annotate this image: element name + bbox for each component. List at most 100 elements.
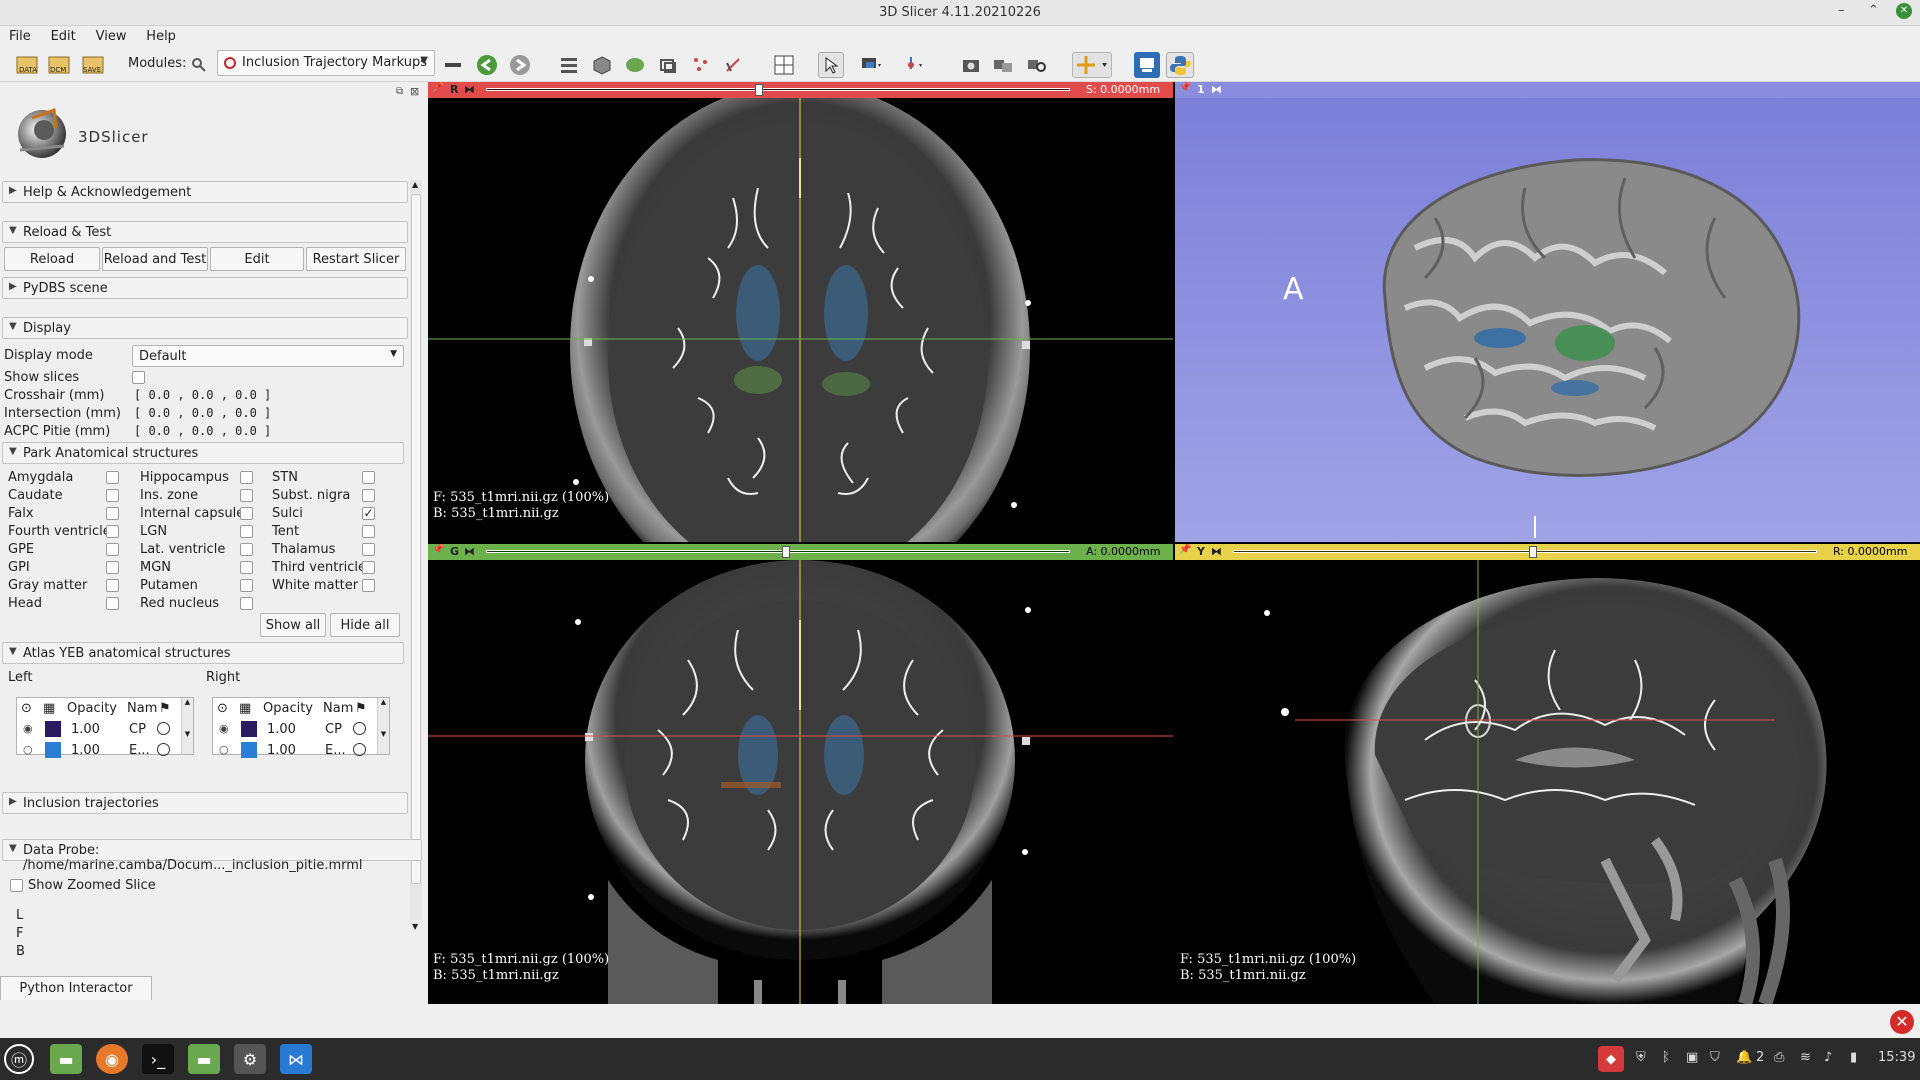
park-structure-checkbox[interactable] — [240, 597, 253, 610]
three-d-view[interactable]: 📌 1 ⧓ A — [1175, 82, 1920, 542]
screenshot-icon[interactable] — [958, 52, 984, 78]
scroll-down-icon[interactable]: ▼ — [412, 922, 418, 931]
error-log-icon[interactable]: ✕ — [1890, 1010, 1914, 1034]
section-atlas[interactable]: ▼ Atlas YEB anatomical structures — [2, 642, 404, 664]
park-structure-checkbox[interactable] — [240, 543, 253, 556]
park-structure-checkbox[interactable] — [106, 597, 119, 610]
extension-icon[interactable] — [1134, 52, 1160, 78]
section-pydbs[interactable]: ▶ PyDBS scene — [2, 277, 408, 299]
menu-edit[interactable]: Edit — [42, 26, 83, 44]
opacity-cell[interactable]: 1.00 — [71, 743, 100, 758]
mouse-mode-icon[interactable] — [858, 52, 884, 78]
eye-icon[interactable]: ○ — [219, 743, 229, 756]
name-cell[interactable]: E... — [325, 743, 346, 758]
transform-icon[interactable] — [655, 52, 681, 78]
dcm-icon[interactable]: DCM — [46, 52, 72, 78]
atlas-left-table[interactable]: ⊙ ▦ Opacity Nam ⚑ ◉ 1.00 CP ○ 1.00 E... ▲ ▼ — [16, 697, 194, 758]
pin-icon[interactable]: 📌 — [432, 82, 444, 93]
park-structure-checkbox[interactable] — [106, 525, 119, 538]
section-reload[interactable]: ▼ Reload & Test — [2, 221, 408, 243]
color-swatch[interactable] — [45, 742, 61, 758]
bluetooth-icon[interactable]: ᛒ — [1662, 1050, 1670, 1065]
display-mode-select[interactable]: Default ▼ — [132, 345, 404, 367]
zoom-icon[interactable] — [1024, 52, 1050, 78]
show-zoomed-slice-checkbox[interactable] — [10, 879, 23, 892]
menu-help[interactable]: Help — [137, 26, 183, 44]
table-scrollbar[interactable]: ▲ ▼ — [377, 698, 389, 754]
section-data-probe[interactable]: ▼ Data Probe: /home/marine.camba/Docum...… — [2, 839, 422, 873]
panel-scrollbar[interactable]: ▲ ▼ — [410, 180, 422, 931]
close-button[interactable]: ✕ — [1896, 3, 1912, 19]
minimize-button[interactable]: – — [1838, 3, 1845, 18]
park-structure-checkbox[interactable] — [362, 525, 375, 538]
scroll-up-icon[interactable]: ▲ — [412, 180, 418, 189]
files-icon[interactable]: ▬ — [50, 1044, 82, 1074]
select-radio[interactable] — [353, 722, 366, 735]
wifi-icon[interactable]: ≋ — [1800, 1050, 1811, 1065]
link-icon[interactable]: ⧓ — [1211, 545, 1222, 558]
color-swatch[interactable] — [241, 721, 257, 737]
clipboard-icon[interactable]: ▣ — [1686, 1050, 1698, 1065]
edit-button[interactable]: Edit — [210, 247, 304, 271]
sphere-icon[interactable] — [622, 52, 648, 78]
pin-icon[interactable]: 📌 — [1179, 82, 1191, 93]
park-structure-checkbox[interactable] — [106, 489, 119, 502]
panel-float-icon[interactable]: ⧉ — [396, 86, 403, 97]
panel-close-icon[interactable]: ⊠ — [410, 85, 419, 98]
red-slice-view[interactable]: 📌 R ⧓ S: 0.0000mm F: 535_t1mri.nii.gz (1… — [428, 82, 1173, 542]
yellow-slice-slider[interactable] — [1233, 550, 1817, 553]
show-all-button[interactable]: Show all — [260, 613, 326, 637]
module-list-icon[interactable] — [556, 52, 582, 78]
section-inclusion[interactable]: ▶ Inclusion trajectories — [2, 792, 408, 814]
name-cell[interactable]: E... — [129, 743, 150, 758]
park-structure-checkbox[interactable]: ✓ — [362, 507, 375, 520]
points-icon[interactable] — [688, 52, 714, 78]
park-structure-checkbox[interactable] — [362, 489, 375, 502]
volume-icon[interactable]: ♪ — [1824, 1050, 1832, 1065]
fiducial-icon[interactable] — [900, 52, 926, 78]
select-radio[interactable] — [157, 743, 170, 756]
park-structure-checkbox[interactable] — [106, 561, 119, 574]
park-structure-checkbox[interactable] — [240, 561, 253, 574]
python-interactor-tab[interactable]: Python Interactor — [0, 976, 152, 1000]
red-slice-slider[interactable] — [486, 88, 1070, 91]
atlas-right-table[interactable]: ⊙ ▦ Opacity Nam ⚑ ◉ 1.00 CP ○ 1.00 E... ▲ ▼ — [212, 697, 390, 758]
yellow-slice-knob[interactable] — [1529, 546, 1537, 558]
show-slices-checkbox[interactable] — [132, 371, 145, 384]
data-icon[interactable]: DATA — [14, 52, 40, 78]
section-display[interactable]: ▼ Display — [2, 317, 408, 339]
folder-icon[interactable]: ▬ — [188, 1044, 220, 1074]
start-menu-icon[interactable]: ⓜ — [4, 1044, 34, 1074]
vscode-icon[interactable]: ⋈ — [280, 1044, 312, 1074]
restart-slicer-button[interactable]: Restart Slicer — [306, 247, 406, 271]
eye-icon[interactable]: ◉ — [219, 722, 229, 735]
park-structure-checkbox[interactable] — [240, 507, 253, 520]
name-cell[interactable]: CP — [129, 722, 146, 737]
battery-icon[interactable]: ▮ — [1850, 1050, 1857, 1065]
reload-button[interactable]: Reload — [4, 247, 100, 271]
pin-icon[interactable]: 📌 — [1179, 544, 1191, 555]
color-swatch[interactable] — [45, 721, 61, 737]
menu-view[interactable]: View — [87, 26, 134, 44]
scrollbar-thumb[interactable] — [411, 194, 421, 884]
section-park[interactable]: ▼ Park Anatomical structures — [2, 442, 404, 464]
module-select[interactable]: Inclusion Trajectory Markups ▼ — [217, 50, 435, 76]
anydesk-icon[interactable]: ◆ — [1598, 1046, 1624, 1072]
link-icon[interactable]: ⧓ — [1211, 83, 1222, 96]
crop-icon[interactable] — [720, 52, 746, 78]
park-structure-checkbox[interactable] — [240, 579, 253, 592]
terminal-icon[interactable]: ›_ — [142, 1044, 174, 1074]
pointer-icon[interactable] — [818, 52, 844, 78]
table-scrollbar[interactable]: ▲ ▼ — [181, 698, 193, 754]
python-icon[interactable] — [1166, 52, 1194, 78]
select-radio[interactable] — [353, 743, 366, 756]
yellow-slice-view[interactable]: 📌 Y ⧓ R: 0.0000mm F: 535_t1mri.nii.gz (1… — [1175, 544, 1920, 1004]
park-structure-checkbox[interactable] — [106, 471, 119, 484]
back-icon[interactable] — [474, 52, 500, 78]
park-structure-checkbox[interactable] — [362, 561, 375, 574]
search-icon[interactable] — [186, 52, 212, 78]
section-help[interactable]: ▶ Help & Acknowledgement — [2, 181, 408, 203]
eye-icon[interactable]: ○ — [23, 743, 33, 756]
link-icon[interactable]: ⧓ — [464, 83, 475, 96]
menu-file[interactable]: File — [0, 26, 38, 44]
